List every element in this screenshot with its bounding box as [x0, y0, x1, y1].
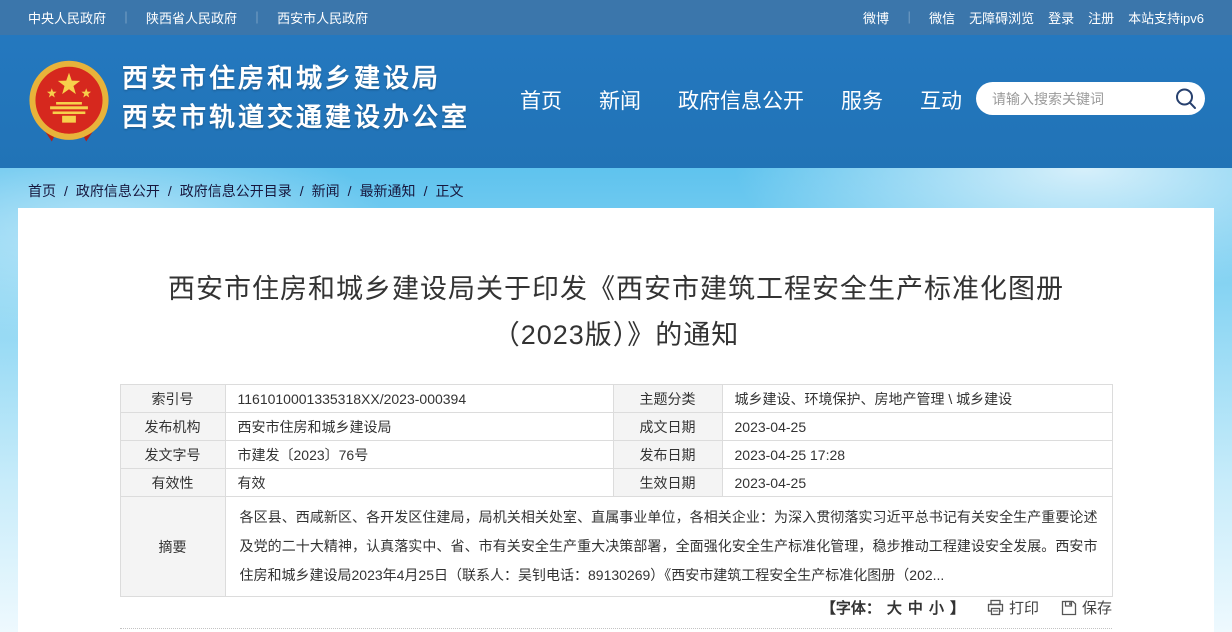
- search-icon[interactable]: [1173, 86, 1199, 112]
- topbar-left-links: 中央人民政府 ｜ 陕西省人民政府 ｜ 西安市人民政府: [28, 8, 368, 27]
- page: 中央人民政府 ｜ 陕西省人民政府 ｜ 西安市人民政府 微博 ｜ 微信 无障碍浏览…: [0, 0, 1232, 632]
- separator: ｜: [903, 9, 915, 26]
- print-button[interactable]: 打印: [987, 597, 1039, 618]
- link-wechat[interactable]: 微信: [929, 8, 955, 27]
- link-weibo[interactable]: 微博: [863, 8, 889, 27]
- breadcrumb-current: 正文: [435, 181, 463, 201]
- separator: ｜: [120, 9, 132, 26]
- meta-label-index-number: 索引号: [120, 385, 225, 413]
- breadcrumb-latest-notice[interactable]: 最新通知: [360, 181, 416, 201]
- table-row: 有效性 有效 生效日期 2023-04-25: [120, 469, 1112, 497]
- link-central-government[interactable]: 中央人民政府: [28, 8, 106, 27]
- meta-label-summary: 摘要: [120, 497, 225, 597]
- font-size-suffix: 】: [950, 597, 965, 618]
- search-box: [976, 82, 1205, 115]
- nav-gov-info[interactable]: 政府信息公开: [678, 85, 804, 115]
- breadcrumb: 首页 / 政府信息公开 / 政府信息公开目录 / 新闻 / 最新通知 / 正文: [28, 181, 463, 201]
- site-title-line1: 西安市住房和城乡建设局: [122, 59, 470, 98]
- meta-value-document-number: 市建发〔2023〕76号: [225, 441, 613, 469]
- breadcrumb-separator: /: [300, 183, 304, 199]
- link-accessibility[interactable]: 无障碍浏览: [969, 8, 1034, 27]
- content-background: 首页 / 政府信息公开 / 政府信息公开目录 / 新闻 / 最新通知 / 正文 …: [0, 168, 1232, 632]
- link-shaanxi-government[interactable]: 陕西省人民政府: [146, 8, 237, 27]
- meta-label-topic-category: 主题分类: [613, 385, 722, 413]
- link-xian-government[interactable]: 西安市人民政府: [277, 8, 368, 27]
- table-row: 索引号 1161010001335318XX/2023-000394 主题分类 …: [120, 385, 1112, 413]
- meta-label-publish-date: 发布日期: [613, 441, 722, 469]
- meta-label-validity: 有效性: [120, 469, 225, 497]
- meta-value-effective-date: 2023-04-25: [722, 469, 1112, 497]
- site-title-line2: 西安市轨道交通建设办公室: [122, 98, 470, 137]
- meta-value-written-date: 2023-04-25: [722, 413, 1112, 441]
- site-header: 西安市住房和城乡建设局 西安市轨道交通建设办公室 首页 新闻 政府信息公开 服务…: [0, 35, 1232, 168]
- meta-value-validity: 有效: [225, 469, 613, 497]
- article-title: 西安市住房和城乡建设局关于印发《西安市建筑工程安全生产标准化图册 （2023版）…: [18, 266, 1214, 358]
- topbar-right-links: 微博 ｜ 微信 无障碍浏览 登录 注册 本站支持ipv6: [863, 8, 1204, 27]
- breadcrumb-separator: /: [424, 183, 428, 199]
- save-icon: [1061, 600, 1077, 616]
- site-title: 西安市住房和城乡建设局 西安市轨道交通建设办公室: [122, 59, 470, 137]
- font-size-control: 【字体： 大 中 小 】: [821, 597, 965, 618]
- table-row: 发文字号 市建发〔2023〕76号 发布日期 2023-04-25 17:28: [120, 441, 1112, 469]
- table-row: 摘要 各区县、西咸新区、各开发区住建局，局机关相关处室、直属事业单位，各相关企业…: [120, 497, 1112, 597]
- font-size-prefix: 【字体：: [821, 597, 881, 618]
- nav-interaction[interactable]: 互动: [920, 85, 962, 115]
- nav-services[interactable]: 服务: [841, 85, 883, 115]
- meta-value-topic-category: 城乡建设、环境保护、房地产管理 \ 城乡建设: [722, 385, 1112, 413]
- save-button[interactable]: 保存: [1061, 597, 1112, 618]
- link-login[interactable]: 登录: [1048, 8, 1074, 27]
- breadcrumb-separator: /: [348, 183, 352, 199]
- font-size-small-button[interactable]: 小: [929, 597, 944, 618]
- font-size-large-button[interactable]: 大: [887, 597, 902, 618]
- dotted-divider: [120, 628, 1112, 629]
- separator: ｜: [251, 9, 263, 26]
- breadcrumb-gov-info[interactable]: 政府信息公开: [76, 181, 160, 201]
- printer-icon: [987, 599, 1004, 616]
- print-label: 打印: [1009, 597, 1039, 618]
- font-size-medium-button[interactable]: 中: [908, 597, 923, 618]
- link-register[interactable]: 注册: [1088, 8, 1114, 27]
- top-utility-bar: 中央人民政府 ｜ 陕西省人民政府 ｜ 西安市人民政府 微博 ｜ 微信 无障碍浏览…: [0, 0, 1232, 35]
- meta-label-written-date: 成文日期: [613, 413, 722, 441]
- search-input[interactable]: [992, 91, 1173, 107]
- national-emblem-logo: [26, 56, 112, 148]
- breadcrumb-home[interactable]: 首页: [28, 181, 56, 201]
- link-ipv6[interactable]: 本站支持ipv6: [1128, 8, 1204, 27]
- table-row: 发布机构 西安市住房和城乡建设局 成文日期 2023-04-25: [120, 413, 1112, 441]
- main-nav: 首页 新闻 政府信息公开 服务 互动: [520, 85, 962, 115]
- meta-value-index-number: 1161010001335318XX/2023-000394: [225, 385, 613, 413]
- meta-value-issuing-agency: 西安市住房和城乡建设局: [225, 413, 613, 441]
- save-label: 保存: [1082, 597, 1112, 618]
- meta-label-document-number: 发文字号: [120, 441, 225, 469]
- meta-label-effective-date: 生效日期: [613, 469, 722, 497]
- meta-value-summary: 各区县、西咸新区、各开发区住建局，局机关相关处室、直属事业单位，各相关企业：为深…: [225, 497, 1112, 597]
- article-card: 西安市住房和城乡建设局关于印发《西安市建筑工程安全生产标准化图册 （2023版）…: [18, 208, 1214, 632]
- nav-news[interactable]: 新闻: [599, 85, 641, 115]
- meta-value-publish-date: 2023-04-25 17:28: [722, 441, 1112, 469]
- article-title-line1: 西安市住房和城乡建设局关于印发《西安市建筑工程安全生产标准化图册: [18, 266, 1214, 312]
- breadcrumb-separator: /: [168, 183, 172, 199]
- breadcrumb-gov-info-catalog[interactable]: 政府信息公开目录: [180, 181, 292, 201]
- article-title-line2: （2023版）》的通知: [18, 312, 1214, 358]
- breadcrumb-separator: /: [64, 183, 68, 199]
- article-toolbar: 【字体： 大 中 小 】 打印: [821, 597, 1112, 618]
- document-meta-table: 索引号 1161010001335318XX/2023-000394 主题分类 …: [120, 384, 1113, 597]
- meta-label-issuing-agency: 发布机构: [120, 413, 225, 441]
- breadcrumb-news[interactable]: 新闻: [312, 181, 340, 201]
- nav-home[interactable]: 首页: [520, 85, 562, 115]
